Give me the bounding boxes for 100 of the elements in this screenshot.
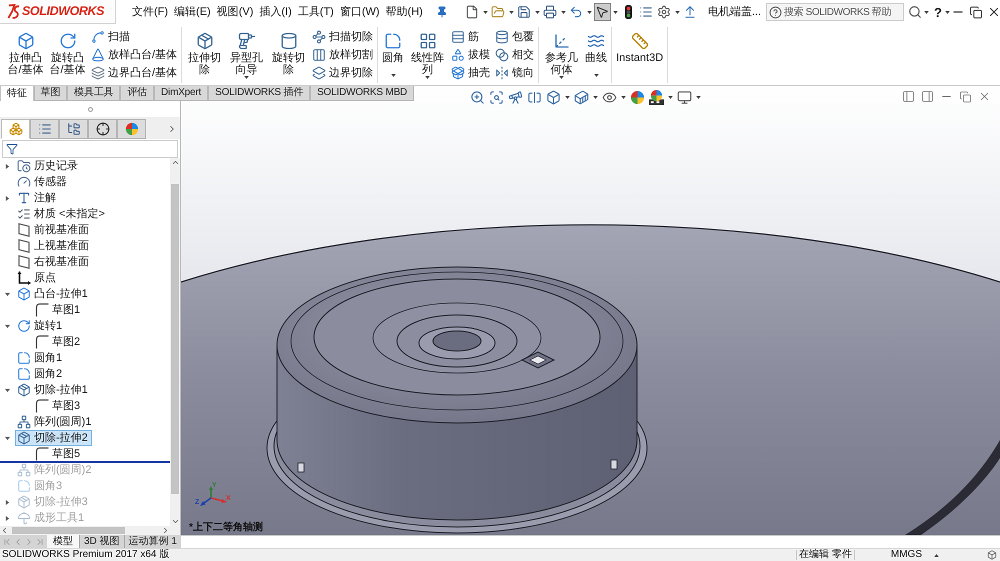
tree-item[interactable]: 前视基准面 bbox=[15, 222, 93, 238]
tree-item[interactable]: 阵列(圆周)1 bbox=[15, 414, 96, 430]
menu-item[interactable]: 插入(I) bbox=[258, 6, 293, 18]
pin-icon[interactable] bbox=[436, 6, 448, 18]
collapsed-caret-icon[interactable] bbox=[5, 164, 10, 168]
ribbon-button[interactable]: 放样凸台/基体 bbox=[90, 46, 178, 64]
tree-item[interactable]: 草图5 bbox=[33, 446, 84, 462]
dropdown-caret-icon[interactable] bbox=[482, 10, 488, 14]
toolbar-button[interactable] bbox=[542, 3, 559, 21]
dropdown-caret-icon[interactable] bbox=[565, 96, 570, 99]
scrollbar-thumb[interactable] bbox=[12, 527, 125, 534]
scroll-up-icon[interactable] bbox=[170, 158, 180, 167]
ribbon-button[interactable]: 线性阵列 bbox=[408, 27, 448, 76]
help-button[interactable]: ? bbox=[934, 6, 942, 18]
ribbon-button[interactable]: 包覆 bbox=[494, 28, 536, 46]
model-tab[interactable]: 3D 视图 bbox=[79, 535, 124, 548]
toolbar-button[interactable] bbox=[516, 3, 533, 21]
ribbon-button[interactable]: 筋 bbox=[450, 28, 492, 46]
dropdown-caret-icon[interactable] bbox=[560, 10, 566, 14]
ribbon-button[interactable]: 拉伸凸台/基体 bbox=[6, 27, 45, 76]
menu-item[interactable]: 窗口(W) bbox=[338, 6, 381, 18]
collapsed-caret-icon[interactable] bbox=[5, 196, 10, 200]
tree-item[interactable]: 上视基准面 bbox=[15, 238, 93, 254]
ribbon-button[interactable]: 参考几何体 bbox=[542, 27, 582, 76]
tree-item[interactable]: 草图1 bbox=[33, 302, 84, 318]
logo-tile[interactable]: SOLIDWORKS bbox=[0, 0, 116, 24]
dropdown-caret-icon[interactable] bbox=[944, 10, 950, 14]
tree-item[interactable]: 原点 bbox=[15, 270, 60, 286]
toolbar-button[interactable] bbox=[656, 3, 673, 21]
cube-icon[interactable] bbox=[987, 550, 997, 560]
toolbar-button[interactable] bbox=[594, 3, 611, 21]
tree-item[interactable]: 草图2 bbox=[33, 334, 84, 350]
ribbon-button[interactable]: 边界切除 bbox=[311, 64, 374, 82]
scroll-left-icon[interactable] bbox=[0, 526, 9, 535]
ribbon-button[interactable]: 放样切割 bbox=[311, 46, 374, 64]
ribbon-button[interactable]: 抽壳 bbox=[450, 64, 492, 82]
ribbon-button[interactable]: Instant3D bbox=[615, 27, 664, 64]
search-icon[interactable] bbox=[908, 5, 922, 19]
menu-item[interactable]: 帮助(H) bbox=[384, 6, 424, 18]
caret-up-icon[interactable] bbox=[934, 554, 939, 556]
ribbon-button[interactable]: 镜向 bbox=[494, 64, 536, 82]
dropdown-caret-icon[interactable] bbox=[390, 74, 396, 77]
tree-item[interactable]: 旋转1 bbox=[15, 318, 66, 334]
dropdown-caret-icon[interactable] bbox=[674, 10, 680, 14]
command-tab[interactable]: SOLIDWORKS MBD bbox=[310, 86, 414, 101]
tree-item[interactable]: 材质 <未指定> bbox=[15, 206, 109, 222]
tree-item[interactable]: 历史记录 bbox=[15, 158, 82, 174]
tree-item[interactable]: 圆角2 bbox=[15, 366, 66, 382]
view-toolbar-button[interactable] bbox=[677, 90, 692, 105]
command-tab[interactable]: 特征 bbox=[0, 86, 34, 101]
dropdown-caret-icon[interactable] bbox=[612, 10, 618, 14]
tree-item[interactable]: 注解 bbox=[15, 190, 60, 206]
tree-item[interactable]: 切除-拉伸1 bbox=[15, 382, 92, 398]
scroll-right-icon[interactable] bbox=[161, 526, 170, 535]
tree-item[interactable]: 草图3 bbox=[33, 398, 84, 414]
ribbon-button[interactable]: 拉伸切除 bbox=[185, 27, 224, 76]
ribbon-button[interactable]: 异型孔向导 bbox=[227, 27, 266, 76]
view-toolbar-button[interactable] bbox=[649, 90, 664, 105]
dropdown-caret-icon[interactable] bbox=[924, 10, 929, 14]
tree-item[interactable]: 凸台-拉伸1 bbox=[15, 286, 92, 302]
command-tab[interactable]: 模具工具 bbox=[67, 86, 120, 101]
ribbon-button[interactable]: 相交 bbox=[494, 46, 536, 64]
dropdown-caret-icon[interactable] bbox=[594, 74, 599, 77]
ribbon-button[interactable]: 旋转凸台/基体 bbox=[48, 27, 87, 76]
view-toolbar-button[interactable] bbox=[602, 90, 617, 105]
filter-field[interactable] bbox=[2, 140, 178, 158]
ribbon-button[interactable]: 曲线 bbox=[584, 27, 608, 64]
menu-item[interactable]: 编辑(E) bbox=[173, 6, 212, 18]
command-tab[interactable]: 评估 bbox=[120, 86, 154, 101]
dropdown-caret-icon[interactable] bbox=[696, 96, 701, 99]
model-tab[interactable]: 运动算例 1 bbox=[124, 535, 181, 548]
ribbon-button[interactable]: 扫描 bbox=[90, 28, 178, 46]
tree-item[interactable]: 切除-拉伸2 bbox=[15, 430, 92, 446]
menu-item[interactable]: 视图(V) bbox=[216, 6, 254, 18]
search-field[interactable]: 搜索 SOLIDWORKS 帮助 bbox=[766, 3, 904, 21]
expanded-caret-icon[interactable] bbox=[5, 388, 10, 392]
ribbon-button[interactable]: 边界凸台/基体 bbox=[90, 64, 178, 82]
collapsed-caret-icon[interactable] bbox=[5, 500, 10, 504]
command-tab[interactable]: 草图 bbox=[34, 86, 68, 101]
dropdown-caret-icon[interactable] bbox=[534, 10, 540, 14]
dropdown-caret-icon[interactable] bbox=[621, 96, 626, 99]
dropdown-caret-icon[interactable] bbox=[559, 76, 564, 79]
tree-item[interactable]: 传感器 bbox=[15, 174, 71, 190]
ribbon-button[interactable]: 旋转切除 bbox=[269, 27, 308, 76]
vertical-scrollbar[interactable] bbox=[170, 158, 180, 526]
model-tab[interactable]: 模型 bbox=[47, 535, 79, 548]
scroll-down-icon[interactable] bbox=[170, 517, 180, 526]
menu-item[interactable]: 文件(F) bbox=[131, 6, 170, 18]
ribbon-button[interactable]: 圆角 bbox=[381, 27, 406, 64]
ribbon-button[interactable]: 扫描切除 bbox=[311, 28, 374, 46]
dropdown-caret-icon[interactable] bbox=[593, 96, 598, 99]
panel-tab[interactable] bbox=[88, 119, 117, 139]
dropdown-caret-icon[interactable] bbox=[425, 76, 430, 79]
units-button[interactable]: MMGS bbox=[890, 550, 922, 560]
restore-window-icon[interactable] bbox=[968, 6, 984, 18]
tree-item[interactable]: 右视基准面 bbox=[15, 254, 93, 270]
panel-left-icon[interactable] bbox=[902, 90, 915, 103]
dropdown-caret-icon[interactable] bbox=[508, 10, 514, 14]
expanded-caret-icon[interactable] bbox=[5, 436, 10, 440]
dropdown-caret-icon[interactable] bbox=[244, 76, 250, 79]
